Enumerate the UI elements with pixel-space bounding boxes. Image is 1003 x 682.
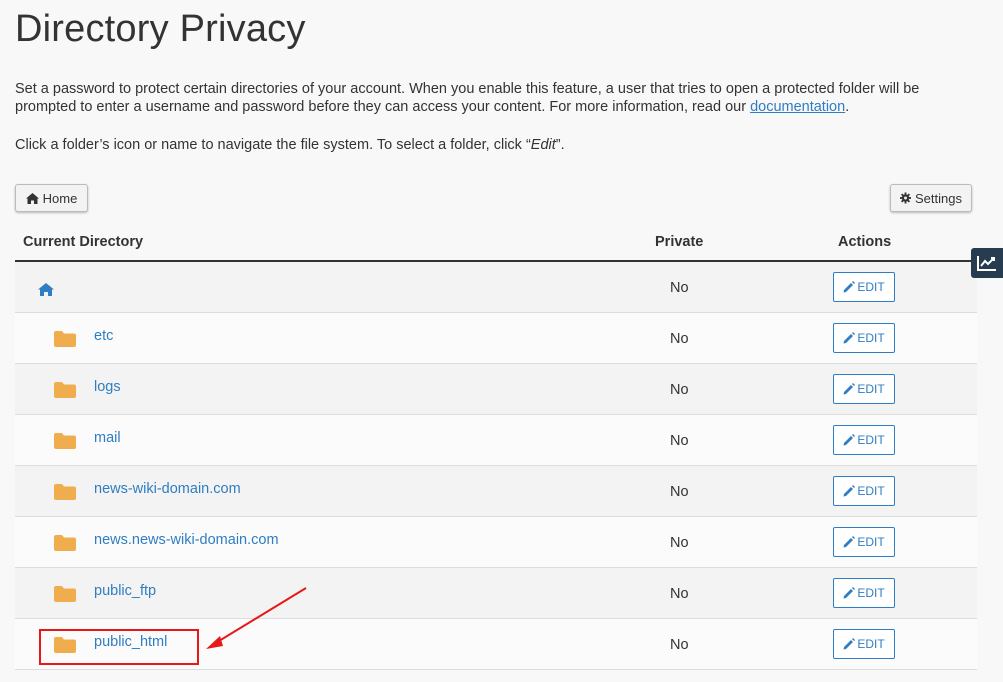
folder-name-link[interactable]: logs: [94, 379, 121, 395]
home-button[interactable]: Home: [15, 184, 88, 212]
pencil-icon: [843, 383, 856, 395]
table-row: public_ftp No EDIT: [15, 568, 977, 619]
settings-button[interactable]: Settings: [890, 184, 972, 212]
folder-name-link[interactable]: mail: [94, 430, 121, 446]
folder-icon[interactable]: [54, 535, 76, 551]
edit-button-label: EDIT: [857, 484, 885, 498]
table-row: news-wiki-domain.com No EDIT: [15, 466, 977, 517]
edit-button[interactable]: EDIT: [833, 272, 895, 302]
table-row: No EDIT: [15, 262, 977, 313]
edit-button[interactable]: EDIT: [833, 578, 895, 608]
navigation-hint: Click a folder’s icon or name to navigat…: [15, 136, 565, 154]
edit-button-label: EDIT: [857, 331, 885, 345]
private-status: No: [670, 586, 689, 602]
private-status: No: [670, 433, 689, 449]
private-status: No: [670, 535, 689, 551]
folder-icon[interactable]: [54, 433, 76, 449]
table-row: mail No EDIT: [15, 415, 977, 466]
private-status: No: [670, 280, 689, 296]
private-status: No: [670, 331, 689, 347]
page-description: Set a password to protect certain direct…: [15, 80, 975, 116]
table-header: Current Directory Private Actions: [15, 226, 977, 262]
home-icon: [25, 192, 39, 204]
folder-name-link[interactable]: public_html: [94, 634, 167, 650]
table-row: public_html No EDIT: [15, 619, 977, 670]
pencil-icon: [843, 587, 856, 599]
settings-button-label: Settings: [915, 190, 962, 206]
gear-icon: [900, 192, 912, 204]
edit-button-label: EDIT: [857, 382, 885, 396]
header-actions: Actions: [838, 234, 892, 250]
folder-icon[interactable]: [54, 484, 76, 500]
folder-name-link[interactable]: news-wiki-domain.com: [94, 481, 241, 497]
pencil-icon: [843, 434, 856, 446]
home-icon[interactable]: [38, 283, 54, 296]
folder-name-link[interactable]: etc: [94, 328, 113, 344]
hint-edit-word: Edit: [530, 137, 556, 153]
chart-line-icon: [977, 256, 996, 271]
edit-button-label: EDIT: [857, 637, 885, 651]
private-status: No: [670, 484, 689, 500]
header-private: Private: [655, 234, 704, 250]
private-status: No: [670, 382, 689, 398]
edit-button[interactable]: EDIT: [833, 476, 895, 506]
folder-name-link[interactable]: news.news-wiki-domain.com: [94, 532, 279, 548]
pencil-icon: [843, 485, 856, 497]
documentation-link[interactable]: documentation: [750, 99, 845, 115]
description-end: .: [845, 99, 850, 115]
table-row: etc No EDIT: [15, 313, 977, 364]
hint-text: Click a folder’s icon or name to navigat…: [15, 137, 531, 153]
folder-name-link[interactable]: public_ftp: [94, 583, 156, 599]
pencil-icon: [843, 332, 856, 344]
edit-button-label: EDIT: [857, 535, 885, 549]
edit-button-label: EDIT: [857, 586, 885, 600]
hint-end: ”.: [555, 137, 565, 153]
edit-button-label: EDIT: [857, 280, 885, 294]
edit-button-label: EDIT: [857, 433, 885, 447]
edit-button[interactable]: EDIT: [833, 323, 895, 353]
page-title: Directory Privacy: [15, 8, 306, 50]
edit-button[interactable]: EDIT: [833, 629, 895, 659]
pencil-icon: [843, 638, 856, 650]
folder-icon[interactable]: [54, 637, 76, 653]
edit-button[interactable]: EDIT: [833, 425, 895, 455]
edit-button[interactable]: EDIT: [833, 374, 895, 404]
edit-button[interactable]: EDIT: [833, 527, 895, 557]
table-row: logs No EDIT: [15, 364, 977, 415]
table-row: news.news-wiki-domain.com No EDIT: [15, 517, 977, 568]
private-status: No: [670, 637, 689, 653]
pencil-icon: [843, 536, 856, 548]
pencil-icon: [843, 281, 856, 293]
folder-icon[interactable]: [54, 586, 76, 602]
folder-icon[interactable]: [54, 382, 76, 398]
header-current-directory: Current Directory: [23, 234, 144, 250]
home-button-label: Home: [42, 190, 78, 206]
side-stats-tab[interactable]: [971, 248, 1003, 278]
folder-icon[interactable]: [54, 331, 76, 347]
directory-table-body: No EDIT etc No EDIT logs No EDIT mail No EDIT news-…: [15, 262, 977, 670]
